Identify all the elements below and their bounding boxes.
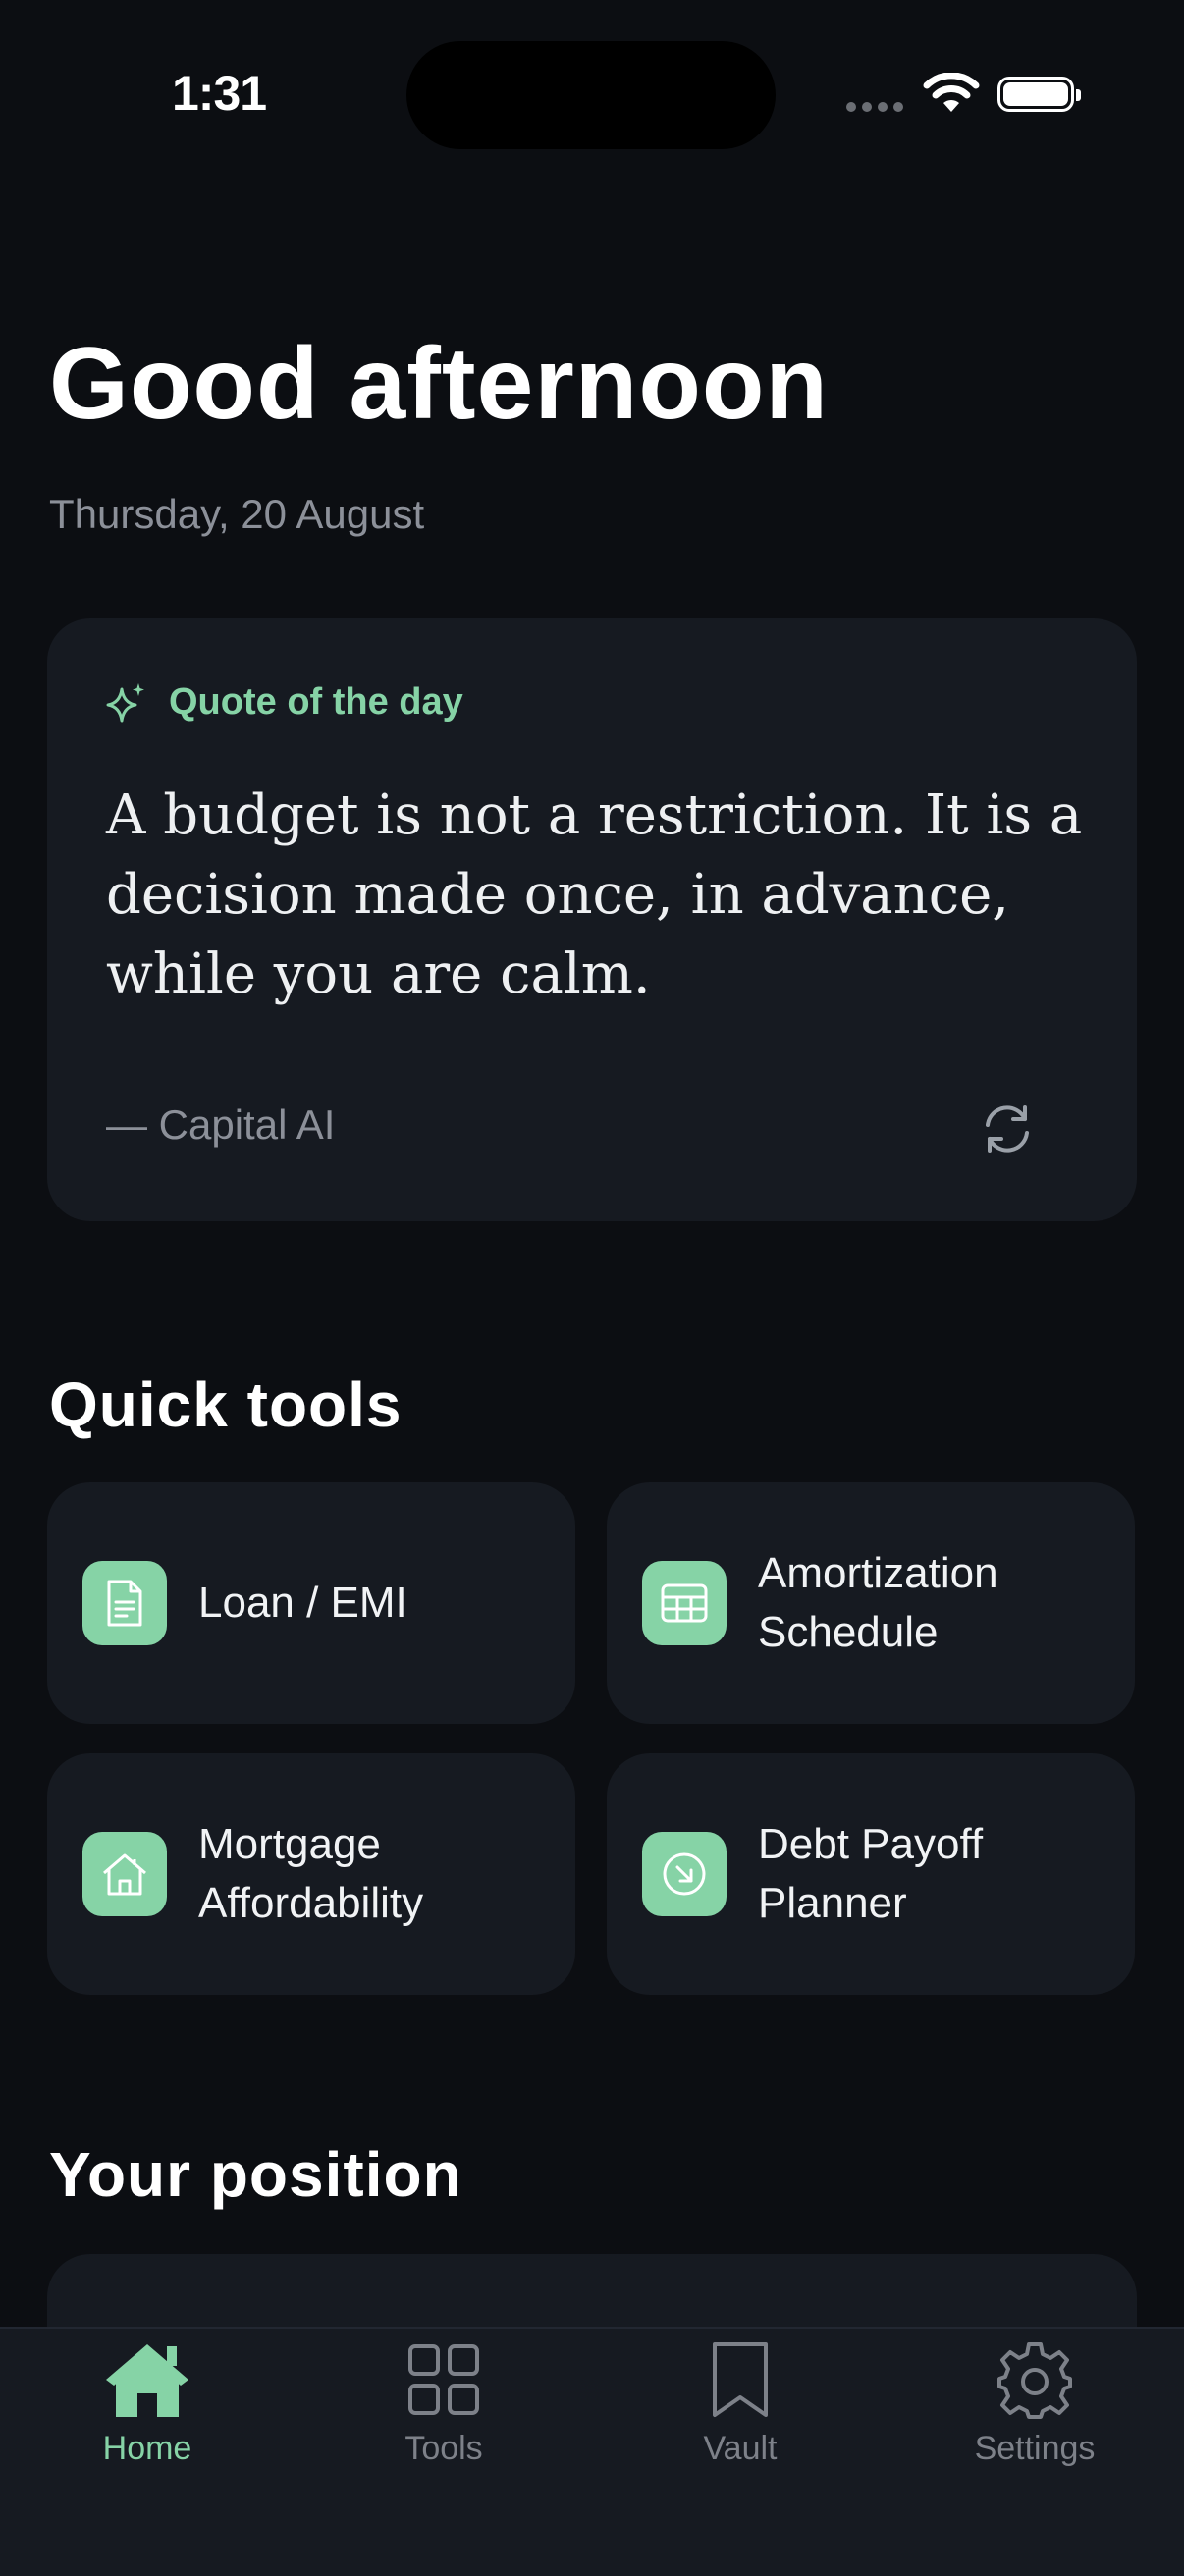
refresh-icon[interactable] (976, 1098, 1039, 1165)
quote-text: A budget is not a restriction. It is a d… (106, 783, 1083, 1006)
tool-amortization-schedule[interactable]: Amortization Schedule (607, 1482, 1135, 1724)
your-position-title: Your position (49, 2139, 462, 2210)
date-subtitle: Thursday, 20 August (49, 491, 425, 537)
home-icon (102, 2340, 192, 2424)
quick-tools-title: Quick tools (49, 1369, 403, 1440)
sparkle-icon (106, 681, 147, 729)
battery-icon (997, 77, 1081, 112)
grid-icon (404, 2340, 483, 2424)
tab-bar: Home Tools Vault Settings (0, 2327, 1184, 2576)
quote-author: — Capital AI (106, 1101, 336, 1148)
tab-label: Vault (703, 2430, 778, 2467)
tool-mortgage-affordability[interactable]: Mortgage Affordability (47, 1753, 575, 1995)
gear-icon (996, 2340, 1074, 2424)
quote-label: Quote of the day (169, 681, 463, 723)
cellular-signal-icon (846, 102, 903, 112)
tab-label: Tools (404, 2430, 483, 2467)
tool-label: Amortization Schedule (758, 1549, 998, 1656)
tool-label: Mortgage Affordability (198, 1820, 424, 1927)
tool-label: Loan / EMI (198, 1579, 407, 1627)
tab-label: Home (102, 2430, 192, 2467)
tab-home[interactable]: Home (0, 2329, 295, 2468)
tool-loan-emi[interactable]: Loan / EMI (47, 1482, 575, 1724)
status-time: 1:31 (172, 66, 267, 121)
tab-tools[interactable]: Tools (296, 2329, 591, 2468)
dynamic-island (406, 41, 776, 149)
tool-debt-payoff-planner[interactable]: Debt Payoff Planner (607, 1753, 1135, 1995)
arrow-down-right-icon (642, 1832, 727, 1916)
tab-vault[interactable]: Vault (593, 2329, 888, 2468)
document-icon (82, 1561, 167, 1645)
tool-label: Debt Payoff Planner (758, 1820, 984, 1927)
house-icon (82, 1832, 167, 1916)
greeting-title: Good afternoon (49, 327, 829, 441)
table-icon (642, 1561, 727, 1645)
wifi-icon (923, 72, 980, 119)
bookmark-icon (709, 2340, 772, 2424)
tab-settings[interactable]: Settings (888, 2329, 1182, 2468)
tab-label: Settings (974, 2430, 1096, 2467)
